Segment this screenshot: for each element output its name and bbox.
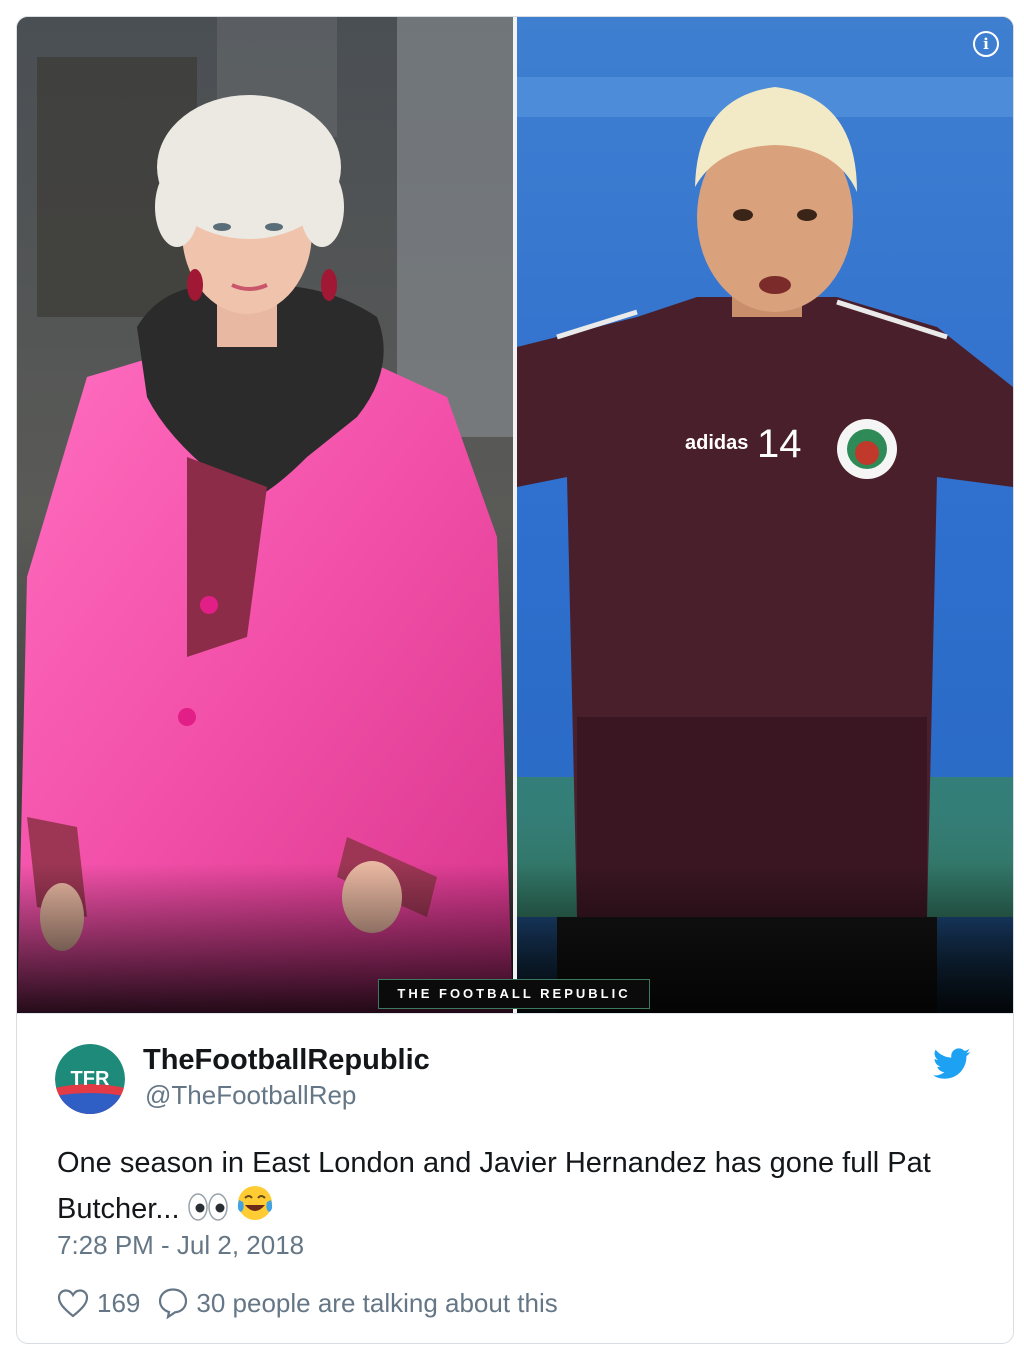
photo-right[interactable]: adidas 14 bbox=[517, 17, 1013, 1013]
tweet-text: One season in East London and Javier Her… bbox=[57, 1142, 957, 1234]
speech-bubble-icon bbox=[159, 1288, 188, 1319]
twitter-bird-icon[interactable] bbox=[933, 1048, 971, 1080]
like-count: 169 bbox=[97, 1287, 141, 1318]
avatar-text: TFR bbox=[71, 1068, 110, 1090]
tweet-timestamp[interactable]: 7:28 PM - Jul 2, 2018 bbox=[57, 1230, 304, 1261]
tweet-media[interactable]: adidas 14 i THE FOOTBALL REPUBLIC bbox=[17, 17, 1013, 1013]
media-watermark: THE FOOTBALL REPUBLIC bbox=[378, 979, 650, 1009]
embedded-tweet-card: adidas 14 i THE FOOTBALL REPUBLIC TFR Th… bbox=[16, 16, 1014, 1344]
eyes-emoji bbox=[187, 1192, 228, 1234]
info-icon[interactable]: i bbox=[973, 31, 999, 57]
author-name[interactable]: TheFootballRepublic bbox=[143, 1044, 430, 1077]
heart-icon bbox=[57, 1289, 89, 1318]
author-handle[interactable]: @TheFootballRep bbox=[145, 1080, 356, 1111]
tears-of-joy-emoji bbox=[236, 1184, 274, 1234]
like-button[interactable]: 169 bbox=[57, 1288, 140, 1319]
photo-left[interactable] bbox=[17, 17, 513, 1013]
tweet-body: TFR TheFootballRepublic @TheFootballRep … bbox=[17, 1013, 1013, 1343]
conversation-link[interactable]: 30 people are talking about this bbox=[158, 1287, 558, 1319]
author-avatar[interactable]: TFR bbox=[55, 1044, 125, 1114]
conversation-text: 30 people are talking about this bbox=[196, 1287, 558, 1318]
tweet-actions: 169 30 people are talking about this bbox=[57, 1286, 558, 1320]
